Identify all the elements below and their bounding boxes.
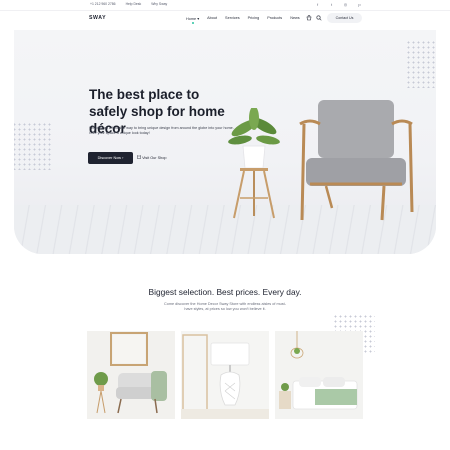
chevron-down-icon: ▾ [197, 17, 200, 21]
nav-products[interactable]: Products [267, 16, 282, 21]
phone-link[interactable]: +1 212 960 2786 [90, 2, 116, 6]
top-contact-links: +1 212 960 2786 Help Desk Why Sway [90, 2, 167, 6]
top-bar: +1 212 960 2786 Help Desk Why Sway f t ◎… [0, 0, 450, 11]
social-links: f t ◎ p [315, 2, 362, 7]
lamp-room-image [181, 331, 269, 419]
why-sway-link[interactable]: Why Sway [151, 2, 167, 6]
armchair-room-image [87, 331, 175, 419]
pinterest-icon[interactable]: p [357, 2, 362, 7]
main-nav: Home ▾ About Services Pricing Products N… [186, 16, 300, 21]
decorative-dots-left [14, 122, 52, 170]
twitter-icon[interactable]: t [329, 2, 334, 7]
product-card-bedroom[interactable] [275, 331, 363, 419]
discover-now-button[interactable]: Discover Now › [88, 152, 133, 164]
contact-us-button[interactable]: Contact Us [327, 13, 362, 23]
arrow-right-icon: › [122, 156, 124, 160]
shop-icon [137, 155, 141, 159]
main-header: SWAY Home ▾ About Services Pricing Produ… [0, 11, 450, 29]
logo[interactable]: SWAY [89, 15, 106, 21]
cart-icon[interactable] [306, 15, 312, 23]
instagram-icon[interactable]: ◎ [343, 2, 348, 7]
nav-pricing[interactable]: Pricing [248, 16, 260, 21]
facebook-icon[interactable]: f [315, 2, 320, 7]
decorative-dots-right [406, 40, 436, 88]
visit-shop-link[interactable]: Visit Our Shop [137, 155, 166, 160]
hero-section: The best place to safely shop for home d… [14, 30, 436, 254]
armchair-image [299, 100, 414, 221]
nav-about[interactable]: About [207, 16, 217, 21]
nav-home-label: Home [186, 17, 197, 21]
help-desk-link[interactable]: Help Desk [126, 2, 142, 6]
product-card-lamp[interactable] [181, 331, 269, 419]
section-title: Biggest selection. Best prices. Every da… [148, 287, 302, 297]
hero-subtitle: We offer an affordable way to bring uniq… [89, 126, 234, 136]
discover-now-label: Discover Now [97, 156, 122, 160]
section-subtitle: Come discover the Home Decor Sway Store … [164, 302, 286, 312]
visit-shop-label: Visit Our Shop [142, 156, 167, 160]
nav-services[interactable]: Services [225, 16, 240, 21]
nav-home[interactable]: Home ▾ [186, 16, 199, 21]
product-card-armchair[interactable] [87, 331, 175, 419]
search-icon[interactable] [316, 15, 322, 23]
nav-news[interactable]: News [290, 16, 300, 21]
bedroom-image [275, 331, 363, 419]
